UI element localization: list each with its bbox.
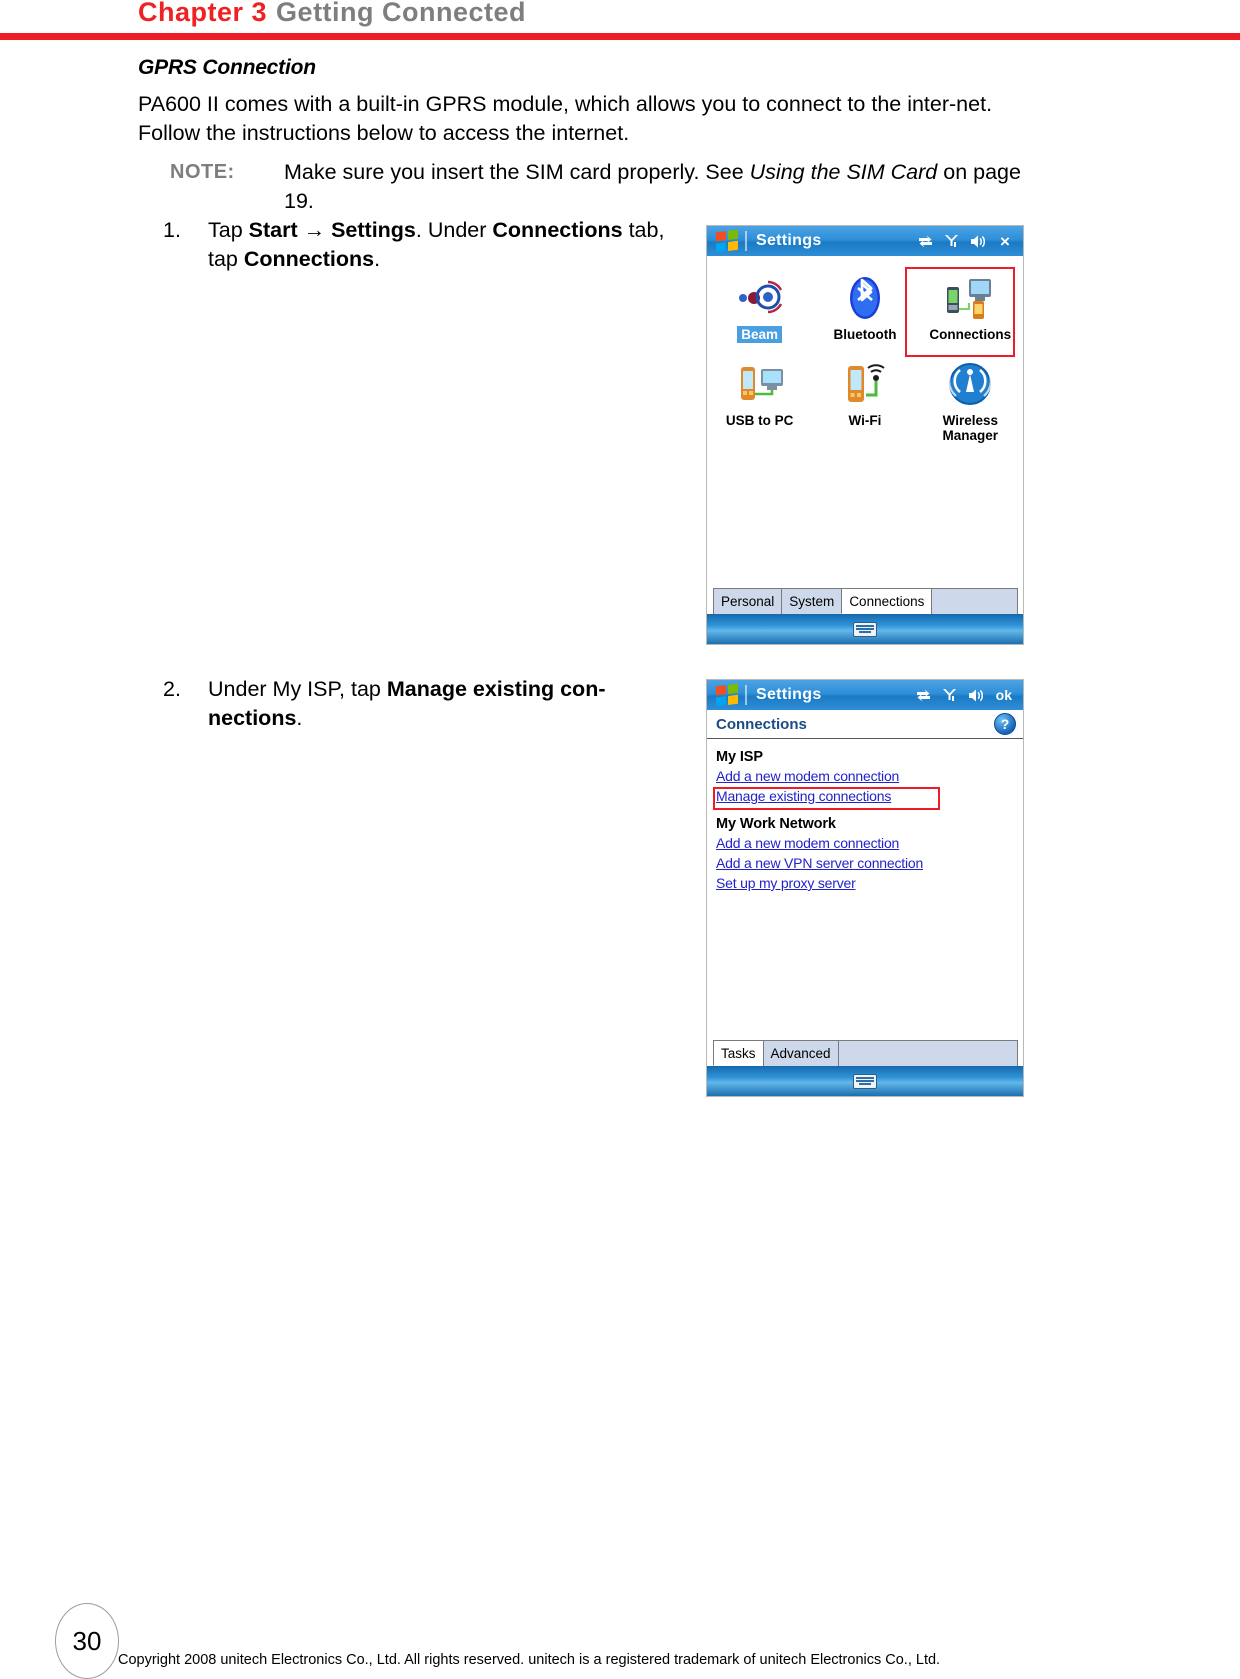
settings-item-bluetooth[interactable]: Bluetooth <box>815 270 915 344</box>
note-text: Make sure you insert the SIM card proper… <box>284 158 1050 216</box>
page-title: Connections <box>716 715 807 733</box>
settings-item-label: Wi-Fi <box>848 413 882 428</box>
connectivity-icon[interactable] <box>917 233 934 250</box>
keyboard-icon[interactable] <box>853 621 877 637</box>
connections-list: My ISP Add a new modem connection Manage… <box>707 739 1023 1061</box>
settings-item-usb-to-pc[interactable]: USB to PC <box>710 356 810 445</box>
tab-system[interactable]: System <box>781 588 843 614</box>
settings-icon-row-2: USB to PC Wi-Fi Wireless Manager <box>707 356 1023 445</box>
sip-bar <box>707 614 1023 644</box>
step-1-part-5: Connections <box>492 218 623 242</box>
step-1-part-2: → <box>297 218 332 242</box>
step-1-part-4: . Under <box>415 218 493 242</box>
wireless-manager-icon <box>920 356 1020 412</box>
help-icon[interactable]: ? <box>994 713 1016 735</box>
titlebar: Settings ok <box>707 680 1023 710</box>
manage-existing-connections-highlight-box <box>713 787 940 810</box>
step-2: 2. Under My ISP, tap Manage existing con… <box>163 675 673 733</box>
connections-tabstrip: Tasks Advanced <box>713 1040 1018 1066</box>
step-2-part-2: . <box>296 706 303 730</box>
step-1-part-7: Connections <box>243 247 375 271</box>
note-text-italic: Using the SIM Card <box>749 160 938 184</box>
signal-icon[interactable] <box>941 687 958 704</box>
titlebar-title: Settings <box>756 686 822 703</box>
keyboard-icon[interactable] <box>853 1073 877 1089</box>
tab-filler <box>837 1040 1018 1066</box>
link-add-new-modem-connection-isp[interactable]: Add a new modem connection <box>716 766 899 786</box>
wifi-icon <box>815 356 915 412</box>
chapter-number: Chapter 3 <box>138 0 268 27</box>
step-1-part-0: Tap <box>208 218 249 242</box>
page-header: Chapter 3 Getting Connected <box>0 0 1240 40</box>
bluetooth-icon <box>815 270 915 326</box>
speaker-icon[interactable] <box>967 687 984 704</box>
connections-page-header: Connections ? <box>707 710 1023 739</box>
settings-item-label: USB to PC <box>725 413 794 428</box>
step-1-part-8: . <box>374 247 381 271</box>
titlebar-status-icons: ok <box>915 686 1018 704</box>
link-set-up-my-proxy-server[interactable]: Set up my proxy server <box>716 873 856 893</box>
section-heading: GPRS Connection <box>138 56 316 79</box>
usb-to-pc-icon <box>710 356 810 412</box>
speaker-icon[interactable] <box>969 233 986 250</box>
ok-button[interactable]: ok <box>993 686 1015 704</box>
titlebar-status-icons: × <box>917 231 1018 251</box>
titlebar: Settings × <box>707 226 1023 256</box>
connections-screenshot: Settings ok Connections ? My ISP Add a n… <box>706 679 1024 1097</box>
titlebar-divider <box>745 231 747 251</box>
step-1: 1. Tap Start → Settings. Under Connectio… <box>163 216 673 274</box>
step-2-part-0: Under My ISP, tap <box>208 677 387 701</box>
page-number: 30 <box>55 1603 119 1679</box>
titlebar-title: Settings <box>756 232 822 249</box>
step-2-text: Under My ISP, tap Manage existing con-ne… <box>208 675 673 733</box>
settings-item-label: Wireless Manager <box>942 413 999 443</box>
tab-tasks[interactable]: Tasks <box>713 1040 764 1066</box>
step-1-part-3: Settings <box>331 218 416 242</box>
step-1-number: 1. <box>163 218 181 242</box>
tab-filler <box>931 588 1018 614</box>
group-title-my-work-network: My Work Network <box>716 816 836 832</box>
step-1-part-1: Start <box>248 218 298 242</box>
connections-icon <box>920 270 1020 326</box>
settings-item-wifi[interactable]: Wi-Fi <box>815 356 915 445</box>
settings-item-beam[interactable]: Beam <box>710 270 810 344</box>
settings-item-label: Connections <box>929 327 1012 342</box>
tab-personal[interactable]: Personal <box>713 588 783 614</box>
settings-tabstrip: Personal System Connections <box>713 588 1018 614</box>
copyright-notice: Copyright 2008 unitech Electronics Co., … <box>118 1652 941 1668</box>
group-title-my-isp: My ISP <box>716 749 763 765</box>
chapter-name: Getting Connected <box>276 0 527 27</box>
note-block: NOTE: Make sure you insert the SIM card … <box>170 158 1050 216</box>
connectivity-icon[interactable] <box>915 687 932 704</box>
settings-item-label: Beam <box>737 326 783 343</box>
tab-connections[interactable]: Connections <box>841 588 933 614</box>
signal-icon[interactable] <box>943 233 960 250</box>
note-text-before: Make sure you insert the SIM card proper… <box>284 160 750 184</box>
windows-logo-icon <box>716 229 739 253</box>
link-add-new-modem-connection-work[interactable]: Add a new modem connection <box>716 833 899 853</box>
step-2-number: 2. <box>163 677 181 701</box>
close-icon[interactable]: × <box>995 231 1015 251</box>
step-1-text: Tap Start → Settings. Under Connections … <box>208 216 673 274</box>
settings-screenshot: Settings × Beam Bluetooth Connections US… <box>706 225 1024 645</box>
settings-item-wireless-manager[interactable]: Wireless Manager <box>920 356 1020 445</box>
beam-icon <box>710 270 810 326</box>
windows-logo-icon <box>716 683 739 707</box>
link-add-new-vpn-server-connection[interactable]: Add a new VPN server connection <box>716 853 923 873</box>
tab-advanced[interactable]: Advanced <box>762 1040 839 1066</box>
settings-item-label: Bluetooth <box>833 327 897 342</box>
chapter-heading: Chapter 3 Getting Connected <box>138 0 526 28</box>
settings-icon-row-1: Beam Bluetooth Connections <box>707 270 1023 344</box>
settings-item-connections[interactable]: Connections <box>920 270 1020 344</box>
header-rule <box>0 33 1240 40</box>
settings-icon-grid: Beam Bluetooth Connections USB to PC Wi-… <box>707 256 1023 600</box>
note-label: NOTE: <box>170 161 235 183</box>
titlebar-divider <box>745 685 747 705</box>
intro-paragraph: PA600 II comes with a built-in GPRS modu… <box>138 92 993 145</box>
sip-bar <box>707 1066 1023 1096</box>
